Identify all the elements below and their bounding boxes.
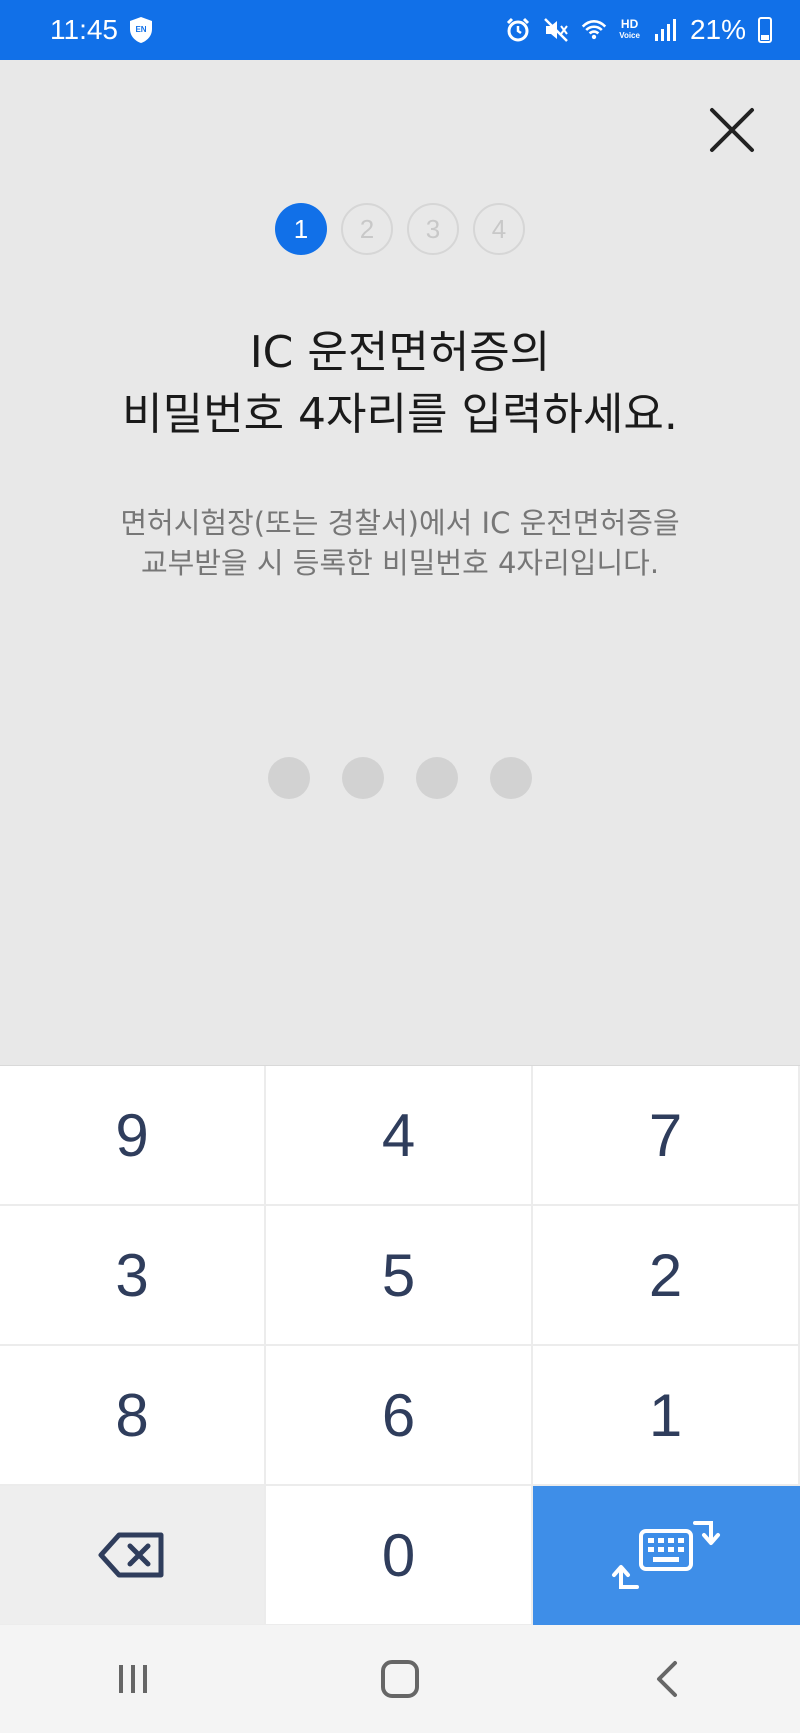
recent-apps-button[interactable] [88,1649,178,1709]
battery-percent: 21% [689,14,746,45]
recent-apps-icon [119,1665,148,1693]
status-time: 11:45 [50,14,118,45]
backspace-button[interactable] [0,1486,266,1626]
key-3[interactable]: 3 [0,1206,266,1346]
home-button[interactable] [355,1649,445,1709]
key-2[interactable]: 2 [533,1206,800,1346]
pin-dots [0,757,800,799]
close-icon[interactable] [700,98,764,162]
key-5[interactable]: 5 [266,1206,533,1346]
back-button[interactable] [622,1649,712,1709]
hd-voice-icon: HD Voice [619,18,640,42]
status-bar-right: HD Voice 21% [505,14,772,46]
key-9[interactable]: 9 [0,1066,266,1206]
step-3: 3 [407,203,459,255]
step-4: 4 [473,203,525,255]
vpn-shield-icon: EN [130,17,152,43]
signal-icon [654,19,676,41]
description-line-1: 면허시험장(또는 경찰서)에서 IC 운전면허증을 [120,506,680,540]
title-line-1: IC 운전면허증의 [249,327,551,378]
pin-dot [490,757,532,799]
step-indicator: 1 2 3 4 [0,203,800,255]
backspace-icon [98,1532,164,1578]
page-description: 면허시험장(또는 경찰서)에서 IC 운전면허증을 교부받을 시 등록한 비밀번… [0,503,800,583]
back-icon [656,1661,677,1697]
page-title: IC 운전면허증의 비밀번호 4자리를 입력하세요. [0,322,800,446]
voice-label: Voice [619,31,640,40]
description-line-2: 교부받을 시 등록한 비밀번호 4자리입니다. [140,546,660,580]
key-6[interactable]: 6 [266,1346,533,1486]
status-bar: 11:45 EN HD Voice 21% [0,0,800,60]
key-8[interactable]: 8 [0,1346,266,1486]
keyboard-switch-button[interactable] [533,1486,800,1626]
system-navigation-bar [0,1625,800,1733]
title-line-2: 비밀번호 4자리를 입력하세요. [122,389,678,440]
alarm-icon [507,17,530,42]
pin-dot [342,757,384,799]
status-bar-left: 11:45 EN [50,14,154,46]
home-icon [380,1660,419,1698]
number-keypad: 9 4 7 3 5 2 8 6 1 0 [0,1065,800,1626]
key-0[interactable]: 0 [266,1486,533,1626]
pin-dot [268,757,310,799]
mute-icon [544,18,569,42]
key-1[interactable]: 1 [533,1346,800,1486]
pin-dot [416,757,458,799]
vpn-label: EN [135,25,146,34]
battery-icon [758,17,772,43]
step-2: 2 [341,203,393,255]
step-1: 1 [275,203,327,255]
keyboard-switch-icon [611,1521,720,1589]
key-7[interactable]: 7 [533,1066,800,1206]
wifi-icon [582,20,607,40]
key-4[interactable]: 4 [266,1066,533,1206]
hd-label: HD [620,17,639,31]
